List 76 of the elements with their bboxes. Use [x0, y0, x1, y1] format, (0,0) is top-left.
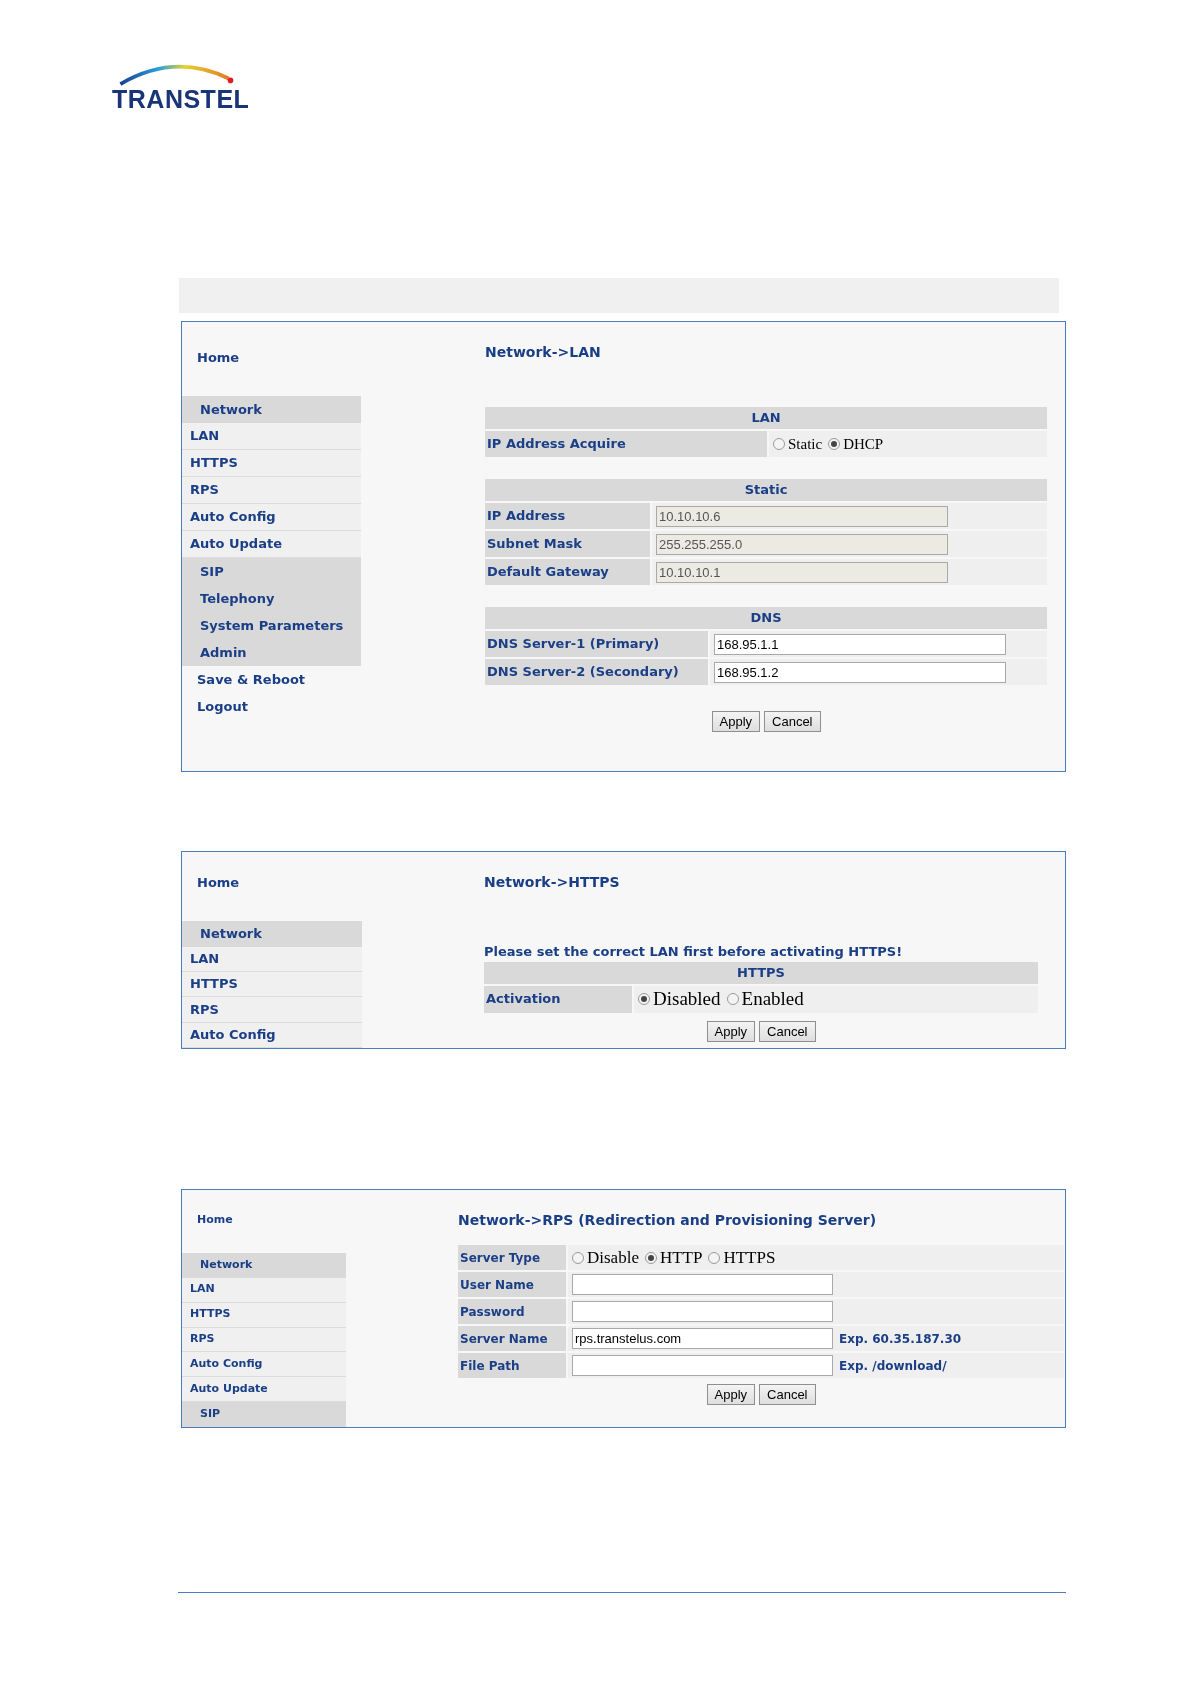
radio-button[interactable]: [708, 1251, 721, 1264]
warning-message: Please set the correct LAN first before activating HTTPS!: [484, 943, 904, 961]
text-field[interactable]: 168.95.1.1: [714, 633, 1006, 655]
radio-label: Enabled: [741, 986, 804, 1011]
example-hint: Exp. 60.35.187.30: [839, 1330, 962, 1348]
cancel-button[interactable]: Cancel: [759, 1020, 816, 1042]
sidebar-subitem[interactable]: SIP: [182, 1402, 346, 1427]
apply-button[interactable]: Apply: [706, 1020, 756, 1042]
section-heading: HTTPS: [484, 961, 1038, 984]
sidebar-item[interactable]: RPS: [182, 997, 362, 1023]
field-label: Server Name: [458, 1326, 566, 1351]
apply-button[interactable]: Apply: [706, 1384, 756, 1405]
field-label: Password: [458, 1299, 566, 1324]
example-hint: Exp. /download/: [839, 1357, 947, 1375]
sidebar-subitem[interactable]: Telephony: [182, 585, 361, 612]
field-label: Activation: [484, 985, 632, 1013]
sidebar-item[interactable]: Auto Update: [182, 531, 361, 558]
sidebar-link[interactable]: Home: [182, 344, 361, 371]
sidebar-section-header[interactable]: Network: [182, 921, 362, 947]
cancel-button[interactable]: Cancel: [759, 1384, 816, 1405]
cancel-button[interactable]: Cancel: [764, 711, 821, 732]
section-heading: Static: [485, 479, 1047, 501]
radio-button[interactable]: [572, 1251, 584, 1264]
radio-label: Disabled: [653, 986, 721, 1011]
page-title: Network->LAN: [485, 343, 602, 362]
apply-button[interactable]: Apply: [711, 711, 761, 732]
radio-label: HTTPS: [723, 1246, 776, 1269]
field-label: Server Type: [458, 1245, 566, 1270]
section-heading: DNS: [485, 607, 1047, 629]
sidebar-item[interactable]: LAN: [182, 946, 362, 972]
radio-button[interactable]: [638, 993, 650, 1005]
radio-button[interactable]: [828, 438, 841, 450]
text-field[interactable]: rps.transtelus.com: [572, 1328, 833, 1349]
field-label: Default Gateway: [485, 559, 650, 585]
page-title: Network->HTTPS: [484, 873, 621, 892]
sidebar-section-header[interactable]: Network: [182, 1252, 346, 1278]
radio-button[interactable]: [773, 438, 785, 450]
sidebar-item[interactable]: HTTPS: [182, 1302, 346, 1328]
field-label: IP Address Acquire: [485, 431, 767, 457]
page-title: Network->RPS (Redirection and Provisioning Server): [458, 1211, 878, 1230]
text-field[interactable]: 168.95.1.2: [714, 661, 1006, 683]
radio-label: DHCP: [843, 434, 884, 454]
field-label: Subnet Mask: [485, 531, 650, 557]
field-label: DNS Server-1 (Primary): [485, 631, 708, 657]
sidebar-section-header[interactable]: Network: [182, 396, 361, 423]
sidebar-link[interactable]: Home: [182, 1208, 346, 1233]
sidebar-subitem[interactable]: SIP: [182, 558, 361, 585]
sidebar-link[interactable]: Logout: [182, 693, 361, 720]
logo-text: TRANSTEL: [112, 86, 251, 112]
sidebar-item[interactable]: RPS: [182, 477, 361, 504]
sidebar-subitem[interactable]: System Parameters: [182, 612, 361, 639]
section-heading: LAN: [485, 407, 1047, 429]
field-label: File Path: [458, 1353, 566, 1378]
sidebar-link[interactable]: Home: [182, 870, 362, 896]
radio-label: Disable: [587, 1246, 639, 1269]
sidebar-item[interactable]: HTTPS: [182, 971, 362, 998]
sidebar-item[interactable]: LAN: [182, 423, 361, 450]
field-label: DNS Server-2 (Secondary): [485, 659, 708, 685]
radio-label: HTTP: [659, 1246, 703, 1269]
radio-button[interactable]: [644, 1251, 657, 1264]
sidebar-item[interactable]: Auto Config: [182, 1352, 346, 1378]
text-field[interactable]: [572, 1274, 833, 1295]
radio-button[interactable]: [726, 993, 739, 1005]
text-field[interactable]: [572, 1355, 833, 1376]
sidebar-link[interactable]: Save & Reboot: [182, 666, 361, 693]
sidebar-item[interactable]: HTTPS: [182, 450, 361, 477]
sidebar-item[interactable]: Auto Config: [182, 504, 361, 531]
text-field[interactable]: [572, 1301, 833, 1322]
sidebar-item[interactable]: LAN: [182, 1277, 346, 1303]
sidebar-item[interactable]: Auto Update: [182, 1377, 346, 1403]
sidebar-item[interactable]: Auto Config: [182, 1022, 362, 1048]
sidebar-subitem[interactable]: Admin: [182, 639, 361, 666]
sidebar-item[interactable]: RPS: [182, 1327, 346, 1353]
radio-label: Static: [788, 434, 823, 454]
field-label: User Name: [458, 1272, 566, 1297]
field-label: IP Address: [485, 503, 650, 529]
